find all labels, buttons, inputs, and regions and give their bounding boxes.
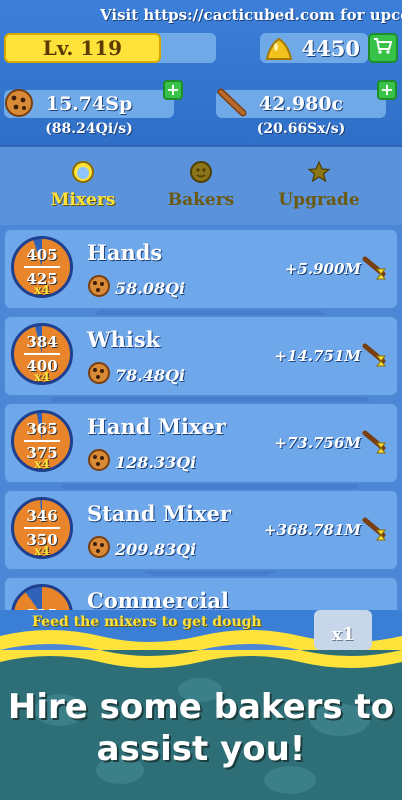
mixer-multiplier: x4 (34, 283, 50, 297)
mixer-name: Whisk (87, 327, 161, 352)
mixer-current-count: 405 (26, 246, 58, 264)
gold-pile-icon (264, 35, 294, 66)
dough-amount: 42.980c (258, 93, 344, 115)
shop-cart-button[interactable] (368, 33, 398, 63)
count-divider (24, 266, 60, 268)
news-ticker: Visit https://cacticubed.com for upco (100, 6, 402, 24)
mixer-current-count: 346 (26, 507, 58, 525)
mixer-row-stand-mixer[interactable]: 346 350 x4 Stand Mixer 209.83Qi +368.781… (3, 489, 399, 571)
mixer-list[interactable]: 405 425 x4 Hands 58.08Qi +5.900M 384 400… (0, 226, 402, 622)
mixer-dough-gain: +14.751M (274, 347, 361, 365)
promo-line-2: assist you! (96, 729, 306, 769)
count-divider (24, 527, 60, 529)
tab-bakers[interactable]: Bakers (146, 160, 256, 210)
promo-headline: Hire some bakers to assist you! (0, 686, 402, 770)
mixer-current-count: 365 (26, 420, 58, 438)
mixer-multiplier: x4 (34, 370, 50, 384)
cookie-icon (87, 535, 111, 563)
add-dough-button[interactable]: + (377, 80, 397, 100)
star-icon (307, 160, 331, 186)
mixer-cost-value: 78.48Qi (115, 365, 186, 385)
cookie-icon (87, 274, 111, 302)
baker-face-icon (189, 160, 213, 186)
rolling-pin-timer-icon (361, 515, 389, 547)
rolling-pin-timer-icon (361, 341, 389, 373)
mixer-cost: 209.83Qi (87, 535, 196, 563)
add-cookies-button[interactable]: + (163, 80, 183, 100)
mixer-count-badge: 365 375 x4 (11, 410, 73, 472)
buy-multiplier-button[interactable]: x1 (314, 610, 372, 650)
mixer-row-hands[interactable]: 405 425 x4 Hands 58.08Qi +5.900M (3, 228, 399, 310)
mixer-cost: 58.08Qi (87, 274, 185, 302)
level-label: Lv. 119 (42, 36, 123, 60)
mixer-row-hand-mixer[interactable]: 365 375 x4 Hand Mixer 128.33Qi +73.756M (3, 402, 399, 484)
count-divider (24, 353, 60, 355)
rolling-pin-icon (216, 86, 248, 122)
mixer-dough-gain: +73.756M (274, 434, 361, 452)
mixer-count-badge: 346 350 x4 (11, 497, 73, 559)
count-divider (24, 440, 60, 442)
mixer-cost: 78.48Qi (87, 361, 185, 389)
mixer-cost-value: 209.83Qi (115, 539, 197, 559)
mixer-face-icon (71, 160, 95, 186)
dough-rate: (20.66Sx/s) (256, 121, 346, 137)
gold-counter: 4450 (260, 33, 368, 63)
promo-line-1: Hire some bakers to (7, 687, 395, 727)
mixer-cost-value: 58.08Qi (115, 278, 186, 298)
level-badge: Lv. 119 (4, 33, 161, 63)
mixer-multiplier: x4 (34, 544, 50, 558)
rolling-pin-timer-icon (361, 428, 389, 460)
cookie-icon (87, 361, 111, 389)
tab-mixers-label: Mixers (50, 190, 116, 210)
rolling-pin-timer-icon (361, 254, 389, 286)
mixer-dough-gain: +368.781M (263, 521, 361, 539)
cookie-resource-icon (4, 88, 34, 122)
cookie-rate: (88.24Qi/s) (45, 121, 133, 137)
mixer-count-badge: 405 425 x4 (11, 236, 73, 298)
mixer-cost: 128.33Qi (87, 448, 196, 476)
mixer-name: Hands (87, 240, 163, 265)
mixer-name: Hand Mixer (87, 414, 226, 439)
cart-icon (373, 37, 393, 59)
level-progress-bar: Lv. 119 (4, 33, 216, 63)
tab-upgrade-label: Upgrade (278, 190, 360, 210)
feed-hint: Feed the mixers to get dough (32, 614, 262, 630)
buy-multiplier-label: x1 (331, 624, 355, 645)
tab-bakers-label: Bakers (167, 190, 235, 210)
mixer-dough-gain: +5.900M (284, 260, 361, 278)
cookie-amount: 15.74Sp (45, 93, 133, 115)
tab-mixers[interactable]: Mixers (28, 160, 138, 210)
gold-amount: 4450 (301, 35, 360, 61)
mixer-count-badge: 384 400 x4 (11, 323, 73, 385)
cookie-icon (87, 448, 111, 476)
mixer-row-whisk[interactable]: 384 400 x4 Whisk 78.48Qi +14.751M (3, 315, 399, 397)
mixer-cost-value: 128.33Qi (115, 452, 197, 472)
tab-upgrade[interactable]: Upgrade (264, 160, 374, 210)
mixer-name: Stand Mixer (87, 501, 231, 526)
mixer-multiplier: x4 (34, 457, 50, 471)
mixer-current-count: 384 (26, 333, 58, 351)
